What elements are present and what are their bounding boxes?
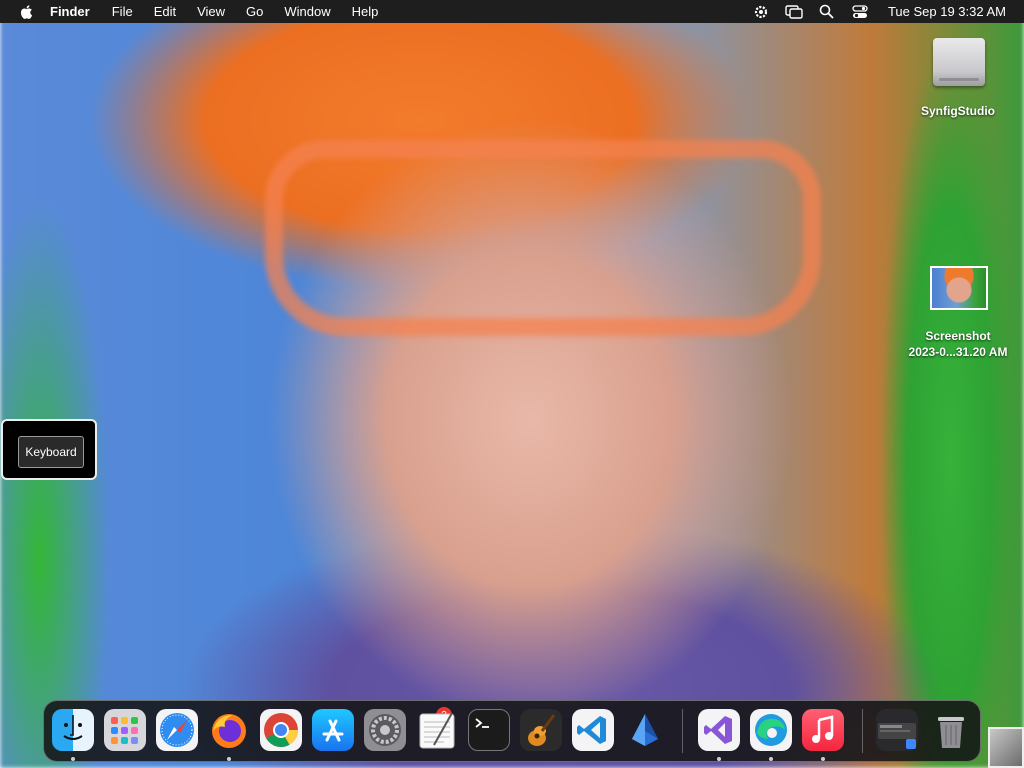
menu-edit[interactable]: Edit [154,4,176,19]
edge-icon[interactable] [750,709,792,751]
visual-studio-icon[interactable] [698,709,740,751]
menu-view[interactable]: View [197,4,225,19]
gear-icon[interactable] [752,4,770,20]
firefox-running-indicator [227,757,231,761]
menu-help[interactable]: Help [352,4,379,19]
safari-icon[interactable] [156,709,198,751]
textedit-icon[interactable] [416,709,458,751]
dock: 2 [43,700,981,762]
menu-app-name[interactable]: Finder [50,4,90,19]
terminal-icon[interactable] [468,709,510,751]
system-preferences-icon[interactable] [364,709,406,751]
garageband-icon[interactable] [520,709,562,751]
screenshot-label-line1: Screenshot [925,329,991,343]
music-running-indicator [821,757,825,761]
keyboard-button[interactable]: Keyboard [18,436,84,468]
app-store-icon[interactable] [312,709,354,751]
firefox-icon[interactable] [208,709,250,751]
desktop-item-screenshot-label[interactable]: Screenshot 2023-0...31.20 AM [896,328,1020,360]
finder-icon[interactable] [52,709,94,751]
downloads-stack-icon[interactable] [876,709,918,751]
screen-mirroring-icon[interactable] [785,4,803,20]
keyboard-popover: Keyboard [1,419,97,480]
desktop-item-synfigstudio-label[interactable]: SynfigStudio [905,104,1011,118]
spotlight-search-icon[interactable] [818,4,836,20]
hard-drive-icon[interactable] [931,38,987,90]
dock-separator [862,709,863,753]
visual-studio-running-indicator [717,757,721,761]
screenshot-label-line2: 2023-0...31.20 AM [908,345,1008,359]
desktop-wallpaper [0,0,1024,768]
menu-clock[interactable]: Tue Sep 19 3:32 AM [888,4,1006,19]
menu-bar: Finder File Edit View Go Window Help Tue… [0,0,1024,23]
launchpad-icon[interactable] [104,709,146,751]
music-icon[interactable] [802,709,844,751]
wallpaper-detail [265,140,821,336]
vscode-icon[interactable] [572,709,614,751]
finder-running-indicator [71,757,75,761]
dock-separator [682,709,683,753]
control-center-icon[interactable] [851,4,869,20]
blue-crystal-icon[interactable] [624,709,666,751]
chrome-icon[interactable] [260,709,302,751]
menu-file[interactable]: File [112,4,133,19]
menu-go[interactable]: Go [246,4,263,19]
screenshot-thumbnail-icon[interactable] [930,266,988,310]
screenshot-preview-thumbnail[interactable] [988,727,1024,768]
trash-icon[interactable] [930,709,972,751]
apple-logo-icon[interactable] [18,3,36,21]
edge-running-indicator [769,757,773,761]
menu-window[interactable]: Window [284,4,330,19]
